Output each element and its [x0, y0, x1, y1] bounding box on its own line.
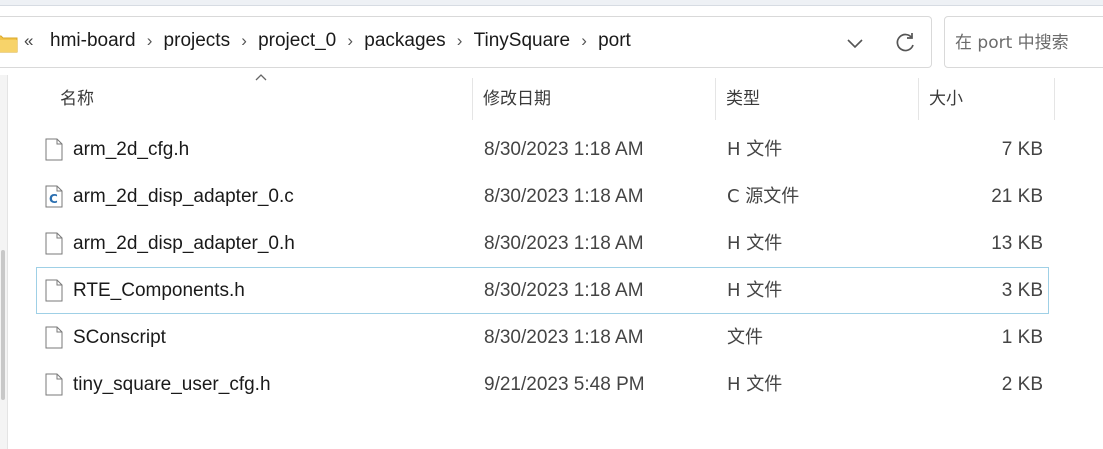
file-list: arm_2d_cfg.h 8/30/2023 1:18 AM H 文件 7 KB… [36, 126, 1050, 408]
file-row[interactable]: arm_2d_cfg.h 8/30/2023 1:18 AM H 文件 7 KB [36, 126, 1049, 173]
file-name: arm_2d_cfg.h [73, 139, 190, 160]
file-size: 7 KB [1001, 139, 1043, 160]
file-type: 文件 [727, 327, 763, 348]
file-row[interactable]: tiny_square_user_cfg.h 9/21/2023 5:48 PM… [36, 361, 1049, 408]
chevron-down-icon[interactable] [840, 30, 870, 56]
breadcrumb-item-hmi-board[interactable]: hmi-board [48, 30, 138, 52]
navigation-pane-scrollbar[interactable] [0, 75, 8, 449]
breadcrumb: hmi-board › projects › project_0 › packa… [48, 30, 633, 52]
refresh-icon[interactable] [890, 28, 920, 58]
blank-file-icon [45, 326, 63, 349]
scrollbar-thumb[interactable] [1, 250, 5, 400]
column-header: 名称 修改日期 类型 大小 [36, 74, 1056, 120]
blank-file-icon [45, 279, 63, 302]
svg-text:C: C [49, 192, 58, 206]
search-box[interactable] [944, 16, 1103, 68]
file-type: H 文件 [727, 374, 783, 395]
file-modified: 8/30/2023 1:18 AM [484, 327, 644, 348]
breadcrumb-item-packages[interactable]: packages [362, 30, 447, 52]
file-name: SConscript [73, 327, 166, 348]
folder-icon [0, 35, 18, 53]
file-row[interactable]: SConscript 8/30/2023 1:18 AM 文件 1 KB [36, 314, 1049, 361]
file-modified: 9/21/2023 5:48 PM [484, 374, 645, 395]
file-size: 13 KB [991, 233, 1043, 254]
breadcrumb-item-port[interactable]: port [596, 30, 633, 52]
blank-file-icon [45, 138, 63, 161]
column-size[interactable]: 大小 [905, 78, 1055, 120]
file-modified: 8/30/2023 1:18 AM [484, 233, 644, 254]
c-source-file-icon: C [45, 185, 63, 208]
file-name: arm_2d_disp_adapter_0.h [73, 233, 295, 254]
file-type: H 文件 [727, 233, 783, 254]
overflow-chevron[interactable]: « [24, 31, 33, 51]
column-name[interactable]: 名称 [36, 78, 472, 120]
file-modified: 8/30/2023 1:18 AM [484, 280, 644, 301]
file-modified: 8/30/2023 1:18 AM [484, 139, 644, 160]
breadcrumb-separator[interactable]: › [232, 31, 256, 51]
blank-file-icon [45, 373, 63, 396]
breadcrumb-separator[interactable]: › [572, 31, 596, 51]
file-type: H 文件 [727, 139, 783, 160]
column-modified[interactable]: 修改日期 [459, 78, 715, 120]
breadcrumb-separator[interactable]: › [138, 31, 162, 51]
file-row-selected[interactable]: RTE_Components.h 8/30/2023 1:18 AM H 文件 … [36, 267, 1049, 314]
address-bar[interactable]: « hmi-board › projects › project_0 › pac… [0, 16, 932, 68]
breadcrumb-item-projects[interactable]: projects [162, 30, 233, 52]
breadcrumb-separator[interactable]: › [448, 31, 472, 51]
breadcrumb-separator[interactable]: › [338, 31, 362, 51]
file-size: 2 KB [1001, 374, 1043, 395]
file-name: tiny_square_user_cfg.h [73, 374, 271, 395]
file-type: H 文件 [727, 280, 783, 301]
window-top-edge [0, 0, 1103, 6]
file-size: 3 KB [1001, 280, 1043, 301]
file-modified: 8/30/2023 1:18 AM [484, 186, 644, 207]
breadcrumb-item-tinysquare[interactable]: TinySquare [472, 30, 572, 52]
file-type: C 源文件 [727, 186, 800, 207]
search-input[interactable] [955, 30, 1103, 56]
file-row[interactable]: C arm_2d_disp_adapter_0.c 8/30/2023 1:18… [36, 173, 1049, 220]
file-name: RTE_Components.h [73, 280, 245, 301]
breadcrumb-item-project-0[interactable]: project_0 [256, 30, 338, 52]
file-size: 1 KB [1001, 327, 1043, 348]
column-divider[interactable] [1054, 78, 1055, 120]
file-size: 21 KB [991, 186, 1043, 207]
blank-file-icon [45, 232, 63, 255]
file-row[interactable]: arm_2d_disp_adapter_0.h 8/30/2023 1:18 A… [36, 220, 1049, 267]
column-type[interactable]: 类型 [702, 78, 918, 120]
file-name: arm_2d_disp_adapter_0.c [73, 186, 294, 207]
